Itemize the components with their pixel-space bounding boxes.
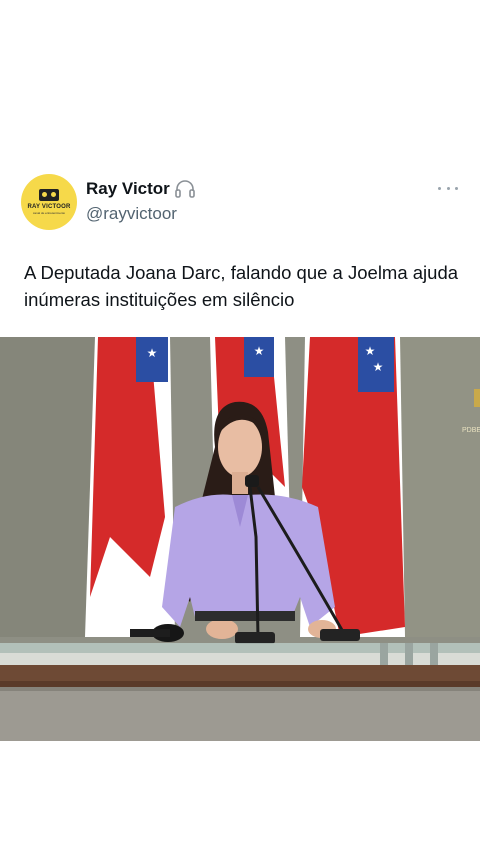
user-handle[interactable]: @rayvictoor xyxy=(86,204,177,224)
tweet-text: A Deputada Joana Darc, falando que a Joe… xyxy=(24,262,459,310)
display-name[interactable]: Ray Victor xyxy=(86,179,170,199)
avatar-logo-subtext: canal de entretenimento xyxy=(32,211,66,215)
svg-text:★: ★ xyxy=(147,346,158,360)
flag-left: ★ xyxy=(85,337,175,637)
svg-text:★: ★ xyxy=(365,344,376,358)
avatar-logo-text: RAY VICTOOR xyxy=(27,204,71,210)
more-options-icon[interactable] xyxy=(438,181,458,195)
cassette-icon xyxy=(39,189,59,201)
headphones-icon xyxy=(174,179,196,199)
name-row: Ray Victor xyxy=(86,179,196,199)
avatar[interactable]: RAY VICTOOR canal de entretenimento xyxy=(21,174,77,230)
svg-text:★: ★ xyxy=(373,360,384,374)
svg-text:★: ★ xyxy=(254,344,265,358)
tweet-media-video[interactable]: ★ ★ ★ ★ PDBE xyxy=(0,337,480,741)
watermark: PDBE xyxy=(462,427,480,434)
